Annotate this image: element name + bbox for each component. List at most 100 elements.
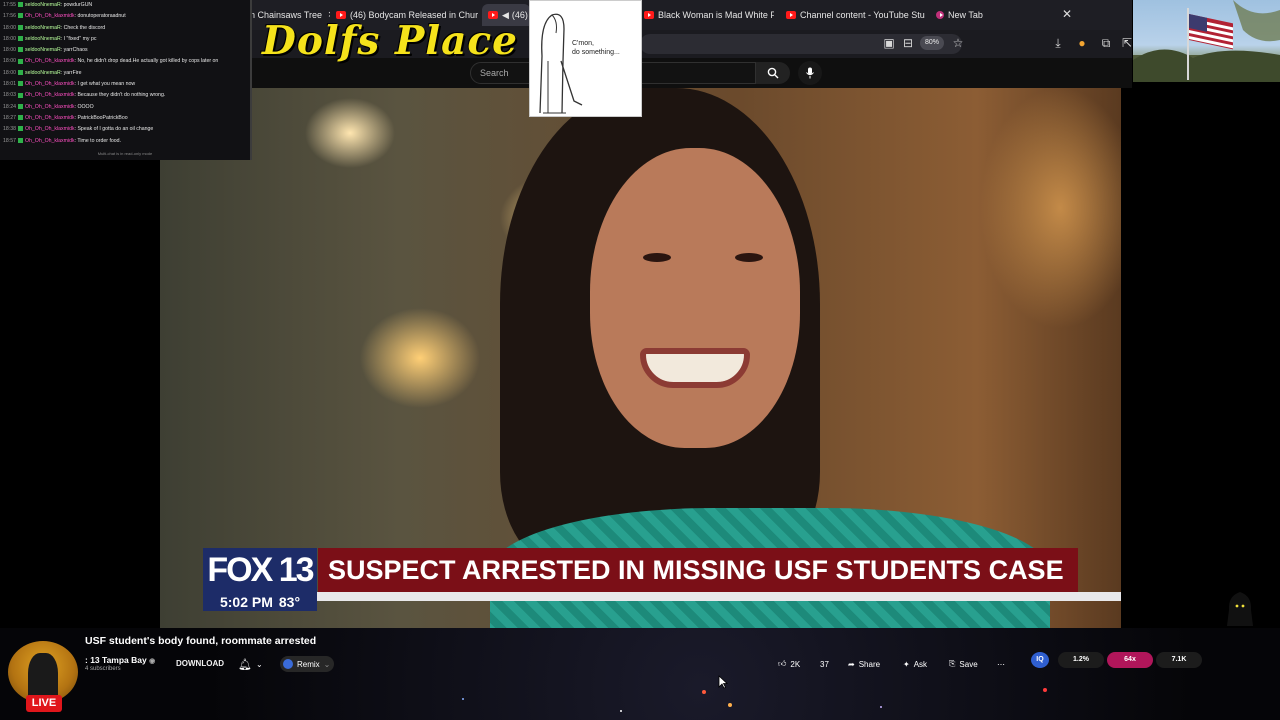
- chat-platform-icon: [17, 81, 23, 87]
- stat-pill-2: 64x: [1107, 652, 1153, 668]
- chat-text: I get what you mean now: [77, 81, 136, 88]
- chat-text: donutoperatoraadnut: [77, 13, 126, 20]
- overflow-icon[interactable]: ⇱: [1120, 36, 1134, 50]
- chat-text: Check the discord: [63, 24, 106, 31]
- remix-button[interactable]: Remix ⌄: [280, 656, 334, 672]
- background-star: [880, 706, 882, 708]
- chat-username: Oh_Oh_Oh_klaxmidk: [24, 81, 75, 88]
- download-page-icon[interactable]: ⊟: [901, 36, 915, 50]
- tab-new-tab[interactable]: New Tab: [936, 4, 996, 26]
- share-button[interactable]: ➦ Share: [848, 656, 880, 672]
- downloads-icon[interactable]: ⤓: [1051, 36, 1065, 50]
- chat-message: 17:55 seldooNnemaR: powdurGUN: [0, 0, 250, 11]
- chat-message: 18:27 Oh_Oh_Oh_klaxmidk: PatrickBooPatric…: [0, 113, 250, 124]
- chat-message: 18:00 Oh_Oh_Oh_klaxmidk: No, he didn't dr…: [0, 56, 250, 67]
- chat-text: I "fixed" my pc: [63, 35, 97, 42]
- chat-text: OOOO: [77, 103, 94, 110]
- youtube-icon: [644, 11, 654, 19]
- share-icon: ➦: [848, 659, 855, 669]
- chat-platform-icon: [17, 92, 23, 98]
- streamer-avatar[interactable]: [8, 641, 78, 703]
- background-star: [702, 690, 706, 694]
- extension-icon[interactable]: ●: [1075, 36, 1089, 50]
- download-button[interactable]: DOWNLOAD: [176, 659, 224, 668]
- chat-message: 18:57 Oh_Oh_Oh_klaxmidk: Time to order fo…: [0, 136, 250, 147]
- microphone-icon: [806, 67, 814, 79]
- hooded-figure-icon: [1227, 592, 1253, 626]
- sparkle-icon: ✦: [903, 659, 910, 669]
- puzzle-icon[interactable]: ⧉: [1099, 36, 1113, 50]
- video-person-eye-left: [643, 253, 671, 262]
- chat-message: 18:01 Oh_Oh_Oh_klaxmidk: I get what you m…: [0, 79, 250, 90]
- more-icon: ⋯: [997, 659, 1005, 669]
- channel-logo-text: Dolfs Place: [262, 18, 518, 64]
- chat-username: seldooNnemaR: [24, 24, 61, 31]
- chat-timestamp: 18:00: [3, 24, 16, 31]
- mouse-cursor-icon: [718, 675, 728, 689]
- chat-platform-icon: [17, 58, 23, 64]
- chat-message: 18:38 Oh_Oh_Oh_klaxmidk: Speak of I gotta…: [0, 124, 250, 135]
- chat-platform-icon: [17, 24, 23, 30]
- bookmark-star-icon[interactable]: ☆: [951, 36, 965, 50]
- news-headline: SUSPECT ARRESTED IN MISSING USF STUDENTS…: [318, 548, 1078, 592]
- chat-overlay: 17:55 seldooNnemaR: powdurGUN 17:56 Oh_Oh_O…: [0, 0, 252, 160]
- chat-timestamp: 18:03: [3, 92, 16, 99]
- broadcast-temperature: 83°: [278, 593, 301, 610]
- notification-bell-button[interactable]: 🔔︎ ⌄: [238, 656, 268, 672]
- voice-search-button[interactable]: [798, 61, 822, 85]
- meme-caption-line1: C'mon,: [572, 40, 594, 47]
- stats-app-icon[interactable]: IQ: [1031, 652, 1049, 668]
- chat-timestamp: 17:55: [3, 2, 16, 8]
- chat-timestamp: 18:00: [3, 35, 16, 42]
- background-star: [728, 703, 732, 707]
- bookmark-icon: ⎘: [949, 659, 956, 668]
- chat-platform-icon: [17, 47, 23, 53]
- chat-platform-icon: [17, 36, 23, 42]
- chat-platform-icon: [17, 69, 23, 75]
- video-title: USF student's body found, roommate arres…: [85, 635, 317, 647]
- chat-footer: Multi-chat is in read-only mode: [97, 151, 153, 156]
- chat-username: Oh_Oh_Oh_klaxmidk: [24, 103, 75, 110]
- chat-platform-icon: [17, 103, 23, 109]
- chat-message: 18:24 Oh_Oh_Oh_klaxmidk: OOOO: [0, 102, 250, 113]
- chat-text: yarrFire: [63, 69, 82, 76]
- chat-text: powdurGUN: [63, 2, 93, 8]
- stat-pill-3: 7.1K: [1156, 652, 1202, 668]
- chat-timestamp: 18:38: [3, 126, 16, 133]
- tab-channel-content[interactable]: Channel content - YouTube Stu×: [786, 4, 926, 26]
- comment-count[interactable]: 37: [820, 656, 829, 672]
- background-star: [1043, 688, 1047, 692]
- chat-message: 18:00 seldooNnemaR: I "fixed" my pc: [0, 34, 250, 45]
- chat-text: yarrChaos: [63, 47, 88, 54]
- like-button[interactable]: 👍︎ 2K: [778, 656, 800, 672]
- remix-icon: [283, 659, 293, 669]
- save-button[interactable]: ⎘ Save: [949, 656, 978, 672]
- chat-timestamp: 18:00: [3, 47, 16, 54]
- chat-username: seldooNnemaR: [24, 69, 61, 76]
- video-person-eye-right: [735, 253, 763, 262]
- chat-message: 18:00 seldooNnemaR: yarrFire: [0, 68, 250, 79]
- verified-icon: ◉: [149, 658, 156, 665]
- video-person-smile: [640, 348, 750, 388]
- chat-platform-icon: [17, 2, 23, 8]
- chat-message: 17:56 Oh_Oh_Oh_klaxmidk: donutoperatoraad…: [0, 11, 250, 22]
- search-button[interactable]: [756, 62, 790, 84]
- chat-timestamp: 18:00: [3, 69, 16, 76]
- chat-timestamp: 18:00: [3, 58, 16, 65]
- chat-platform-icon: [17, 126, 23, 132]
- screenshot-icon[interactable]: ▣: [882, 36, 896, 50]
- zoom-indicator[interactable]: 80%: [920, 36, 944, 50]
- chat-text: PatrickBooPatrickBoo: [77, 114, 128, 121]
- channel-name[interactable]: : 13 Tampa Bay ◉: [85, 655, 155, 665]
- tab-black-woman[interactable]: Black Woman is Mad White Peo×: [644, 4, 774, 26]
- background-star: [620, 710, 622, 712]
- more-actions-button[interactable]: ⋯: [997, 656, 1005, 672]
- chat-message: 18:03 Oh_Oh_Oh_klaxmidk: Because they did…: [0, 90, 250, 101]
- chat-text: Because they didn't do nothing wrong.: [77, 92, 166, 99]
- chat-text: Speak of I gotta do an oil change: [77, 126, 154, 133]
- video-player[interactable]: [160, 88, 1121, 628]
- webcam-feed: [1133, 0, 1280, 82]
- close-window-icon[interactable]: ✕: [1062, 7, 1072, 21]
- chat-timestamp: 18:01: [3, 81, 16, 88]
- ask-button[interactable]: ✦ Ask: [903, 656, 927, 672]
